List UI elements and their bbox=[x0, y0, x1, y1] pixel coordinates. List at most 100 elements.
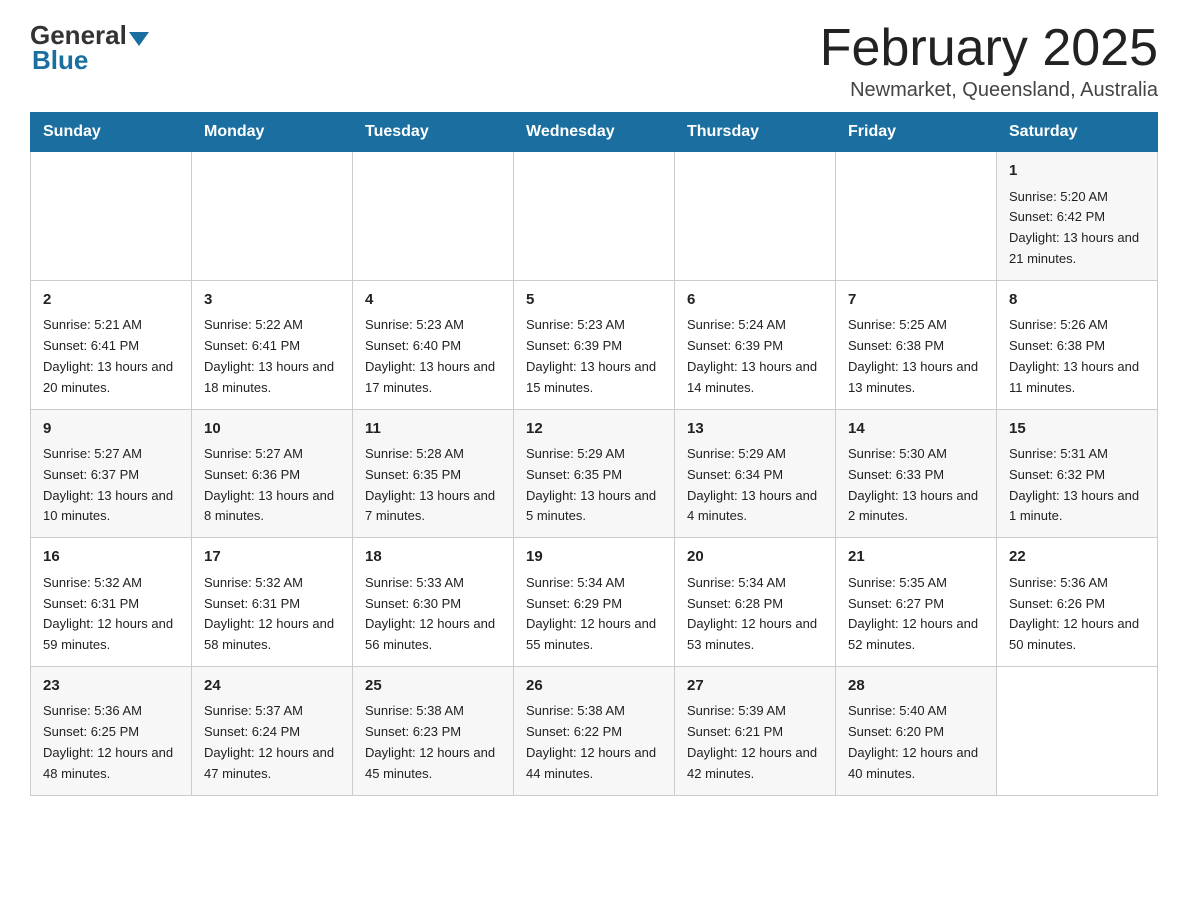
day-number: 6 bbox=[687, 289, 823, 312]
day-number: 26 bbox=[526, 675, 662, 698]
calendar-cell: 19 Sunrise: 5:34 AMSunset: 6:29 PMDayligh… bbox=[514, 538, 675, 667]
page-header: General Blue February 2025 Newmarket, Qu… bbox=[30, 20, 1158, 102]
day-number: 16 bbox=[43, 546, 179, 569]
calendar-cell bbox=[675, 152, 836, 281]
day-number: 1 bbox=[1009, 160, 1145, 183]
calendar-cell: 15 Sunrise: 5:31 AMSunset: 6:32 PMDayligh… bbox=[997, 409, 1158, 538]
logo-blue-text: Blue bbox=[32, 45, 88, 75]
location-text: Newmarket, Queensland, Australia bbox=[820, 79, 1158, 102]
day-info: Sunrise: 5:26 AMSunset: 6:38 PMDaylight:… bbox=[1009, 315, 1145, 398]
day-info: Sunrise: 5:32 AMSunset: 6:31 PMDaylight:… bbox=[204, 573, 340, 656]
calendar-cell: 2 Sunrise: 5:21 AMSunset: 6:41 PMDaylight… bbox=[31, 280, 192, 409]
calendar-header-sunday: Sunday bbox=[31, 113, 192, 152]
calendar-cell: 10 Sunrise: 5:27 AMSunset: 6:36 PMDayligh… bbox=[192, 409, 353, 538]
day-info: Sunrise: 5:27 AMSunset: 6:37 PMDaylight:… bbox=[43, 444, 179, 527]
day-number: 14 bbox=[848, 418, 984, 441]
calendar-cell: 22Sunrise: 5:36 AMSunset: 6:26 PMDayligh… bbox=[997, 538, 1158, 667]
calendar-cell: 13 Sunrise: 5:29 AMSunset: 6:34 PMDayligh… bbox=[675, 409, 836, 538]
day-number: 7 bbox=[848, 289, 984, 312]
calendar-cell bbox=[997, 666, 1158, 795]
calendar-header-friday: Friday bbox=[836, 113, 997, 152]
day-info: Sunrise: 5:36 AMSunset: 6:26 PMDaylight:… bbox=[1009, 573, 1145, 656]
calendar-cell: 28 Sunrise: 5:40 AMSunset: 6:20 PMDayligh… bbox=[836, 666, 997, 795]
day-number: 11 bbox=[365, 418, 501, 441]
day-info: Sunrise: 5:27 AMSunset: 6:36 PMDaylight:… bbox=[204, 444, 340, 527]
day-number: 3 bbox=[204, 289, 340, 312]
day-number: 19 bbox=[526, 546, 662, 569]
day-number: 4 bbox=[365, 289, 501, 312]
calendar-header-thursday: Thursday bbox=[675, 113, 836, 152]
day-info: Sunrise: 5:31 AMSunset: 6:32 PMDaylight:… bbox=[1009, 444, 1145, 527]
calendar-cell: 27 Sunrise: 5:39 AMSunset: 6:21 PMDayligh… bbox=[675, 666, 836, 795]
calendar-cell: 11 Sunrise: 5:28 AMSunset: 6:35 PMDayligh… bbox=[353, 409, 514, 538]
logo: General Blue bbox=[30, 20, 151, 76]
calendar-cell: 5 Sunrise: 5:23 AMSunset: 6:39 PMDaylight… bbox=[514, 280, 675, 409]
calendar-header-saturday: Saturday bbox=[997, 113, 1158, 152]
calendar-cell: 9 Sunrise: 5:27 AMSunset: 6:37 PMDaylight… bbox=[31, 409, 192, 538]
day-info: Sunrise: 5:35 AMSunset: 6:27 PMDaylight:… bbox=[848, 573, 984, 656]
day-info: Sunrise: 5:25 AMSunset: 6:38 PMDaylight:… bbox=[848, 315, 984, 398]
calendar-header-monday: Monday bbox=[192, 113, 353, 152]
calendar-cell: 21Sunrise: 5:35 AMSunset: 6:27 PMDayligh… bbox=[836, 538, 997, 667]
day-info: Sunrise: 5:23 AMSunset: 6:39 PMDaylight:… bbox=[526, 315, 662, 398]
calendar-cell: 24Sunrise: 5:37 AMSunset: 6:24 PMDayligh… bbox=[192, 666, 353, 795]
day-number: 20 bbox=[687, 546, 823, 569]
day-info: Sunrise: 5:29 AMSunset: 6:34 PMDaylight:… bbox=[687, 444, 823, 527]
day-info: Sunrise: 5:38 AMSunset: 6:22 PMDaylight:… bbox=[526, 701, 662, 784]
day-info: Sunrise: 5:24 AMSunset: 6:39 PMDaylight:… bbox=[687, 315, 823, 398]
day-info: Sunrise: 5:40 AMSunset: 6:20 PMDaylight:… bbox=[848, 701, 984, 784]
day-number: 13 bbox=[687, 418, 823, 441]
calendar-cell: 14 Sunrise: 5:30 AMSunset: 6:33 PMDayligh… bbox=[836, 409, 997, 538]
day-number: 17 bbox=[204, 546, 340, 569]
calendar-cell bbox=[353, 152, 514, 281]
calendar-cell: 1 Sunrise: 5:20 AMSunset: 6:42 PMDaylight… bbox=[997, 152, 1158, 281]
title-section: February 2025 Newmarket, Queensland, Aus… bbox=[820, 20, 1158, 102]
day-number: 28 bbox=[848, 675, 984, 698]
day-info: Sunrise: 5:34 AMSunset: 6:29 PMDaylight:… bbox=[526, 573, 662, 656]
calendar-cell: 3 Sunrise: 5:22 AMSunset: 6:41 PMDaylight… bbox=[192, 280, 353, 409]
day-info: Sunrise: 5:30 AMSunset: 6:33 PMDaylight:… bbox=[848, 444, 984, 527]
day-number: 15 bbox=[1009, 418, 1145, 441]
calendar-cell: 12 Sunrise: 5:29 AMSunset: 6:35 PMDayligh… bbox=[514, 409, 675, 538]
calendar-week-row: 23 Sunrise: 5:36 AMSunset: 6:25 PMDayligh… bbox=[31, 666, 1158, 795]
calendar-week-row: 2 Sunrise: 5:21 AMSunset: 6:41 PMDaylight… bbox=[31, 280, 1158, 409]
day-info: Sunrise: 5:37 AMSunset: 6:24 PMDaylight:… bbox=[204, 701, 340, 784]
day-number: 25 bbox=[365, 675, 501, 698]
calendar-cell bbox=[192, 152, 353, 281]
logo-arrow-icon bbox=[129, 32, 149, 46]
day-number: 5 bbox=[526, 289, 662, 312]
day-number: 10 bbox=[204, 418, 340, 441]
day-number: 2 bbox=[43, 289, 179, 312]
calendar-cell: 20 Sunrise: 5:34 AMSunset: 6:28 PMDayligh… bbox=[675, 538, 836, 667]
calendar-cell: 25Sunrise: 5:38 AMSunset: 6:23 PMDayligh… bbox=[353, 666, 514, 795]
calendar-cell: 17 Sunrise: 5:32 AMSunset: 6:31 PMDayligh… bbox=[192, 538, 353, 667]
day-info: Sunrise: 5:34 AMSunset: 6:28 PMDaylight:… bbox=[687, 573, 823, 656]
calendar-cell: 4 Sunrise: 5:23 AMSunset: 6:40 PMDaylight… bbox=[353, 280, 514, 409]
calendar-cell: 8 Sunrise: 5:26 AMSunset: 6:38 PMDaylight… bbox=[997, 280, 1158, 409]
calendar-cell bbox=[836, 152, 997, 281]
calendar-cell: 18Sunrise: 5:33 AMSunset: 6:30 PMDayligh… bbox=[353, 538, 514, 667]
day-number: 9 bbox=[43, 418, 179, 441]
calendar-cell: 23 Sunrise: 5:36 AMSunset: 6:25 PMDayligh… bbox=[31, 666, 192, 795]
day-info: Sunrise: 5:36 AMSunset: 6:25 PMDaylight:… bbox=[43, 701, 179, 784]
calendar-header-wednesday: Wednesday bbox=[514, 113, 675, 152]
day-info: Sunrise: 5:39 AMSunset: 6:21 PMDaylight:… bbox=[687, 701, 823, 784]
calendar-week-row: 1 Sunrise: 5:20 AMSunset: 6:42 PMDaylight… bbox=[31, 152, 1158, 281]
calendar-cell: 16Sunrise: 5:32 AMSunset: 6:31 PMDayligh… bbox=[31, 538, 192, 667]
calendar-week-row: 9 Sunrise: 5:27 AMSunset: 6:37 PMDaylight… bbox=[31, 409, 1158, 538]
day-number: 12 bbox=[526, 418, 662, 441]
calendar-cell: 6 Sunrise: 5:24 AMSunset: 6:39 PMDaylight… bbox=[675, 280, 836, 409]
calendar-cell bbox=[514, 152, 675, 281]
day-info: Sunrise: 5:22 AMSunset: 6:41 PMDaylight:… bbox=[204, 315, 340, 398]
day-info: Sunrise: 5:20 AMSunset: 6:42 PMDaylight:… bbox=[1009, 187, 1145, 270]
day-number: 27 bbox=[687, 675, 823, 698]
day-info: Sunrise: 5:28 AMSunset: 6:35 PMDaylight:… bbox=[365, 444, 501, 527]
day-number: 8 bbox=[1009, 289, 1145, 312]
day-info: Sunrise: 5:29 AMSunset: 6:35 PMDaylight:… bbox=[526, 444, 662, 527]
day-number: 23 bbox=[43, 675, 179, 698]
day-info: Sunrise: 5:23 AMSunset: 6:40 PMDaylight:… bbox=[365, 315, 501, 398]
calendar-table: SundayMondayTuesdayWednesdayThursdayFrid… bbox=[30, 112, 1158, 795]
calendar-cell bbox=[31, 152, 192, 281]
day-info: Sunrise: 5:21 AMSunset: 6:41 PMDaylight:… bbox=[43, 315, 179, 398]
calendar-cell: 7 Sunrise: 5:25 AMSunset: 6:38 PMDaylight… bbox=[836, 280, 997, 409]
